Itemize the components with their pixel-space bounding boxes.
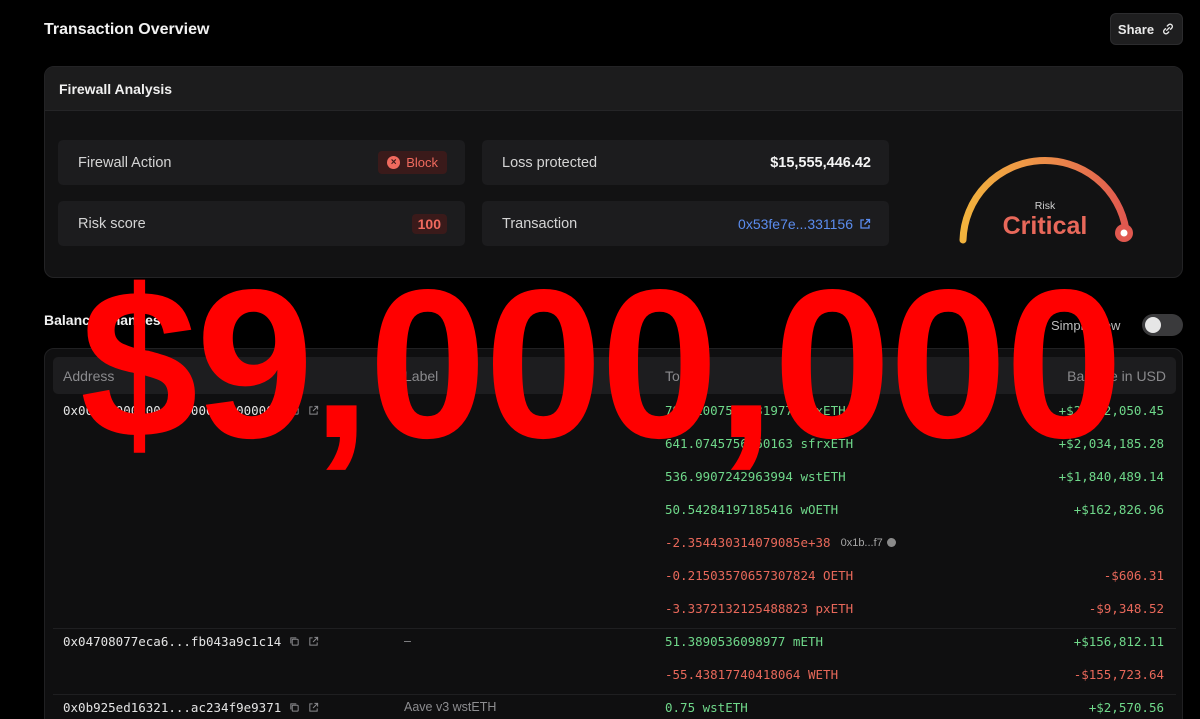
token-amount: 0.75 wstETH xyxy=(665,700,748,715)
transaction-label: Transaction xyxy=(502,215,578,232)
address-cell: 0x0b925ed16321...ac234f9e9371 xyxy=(63,700,319,715)
balance-usd: +$162,826.96 xyxy=(1073,502,1164,517)
row-separator xyxy=(53,628,1176,629)
loss-protected-value: $15,555,446.42 xyxy=(770,154,871,171)
page-title: Transaction Overview xyxy=(44,21,210,38)
transaction-row: Transaction 0x53fe7e...331156 xyxy=(482,201,889,246)
gauge-caption: Risk xyxy=(1034,200,1056,212)
token-amount-text: -3.3372132125488823 pxETH xyxy=(665,601,854,616)
balance-usd: -$155,723.64 xyxy=(1073,667,1164,682)
risk-score-label: Risk score xyxy=(78,215,146,232)
x-circle-icon: × xyxy=(387,156,401,169)
firewall-action-row: Firewall Action × Block xyxy=(58,140,465,185)
firewall-action-label: Firewall Action xyxy=(78,154,172,171)
token-amount-text: -55.43817740418064 WETH xyxy=(665,667,839,682)
token-amount-text: 51.3890536098977 mETH xyxy=(665,634,824,649)
firewall-analysis-title: Firewall Analysis xyxy=(45,67,1182,111)
external-link-icon[interactable] xyxy=(308,636,319,647)
token-amount-text: 50.54284197185416 wOETH xyxy=(665,502,839,517)
external-link-icon xyxy=(860,218,871,229)
gauge-value: Critical xyxy=(1002,212,1088,240)
balance-usd: +$156,812.11 xyxy=(1073,634,1164,649)
share-button[interactable]: Share xyxy=(1110,13,1183,45)
token-amount: -55.43817740418064 WETH xyxy=(665,667,838,682)
token-amount-text: -0.21503570657307824 OETH xyxy=(665,568,854,583)
address-text: 0x0b925ed16321...ac234f9e9371 xyxy=(63,700,282,715)
balance-usd: -$9,348.52 xyxy=(1088,601,1164,616)
balance-usd: +$2,570.56 xyxy=(1088,700,1164,715)
token-amount: 50.54284197185416 wOETH xyxy=(665,502,838,517)
transaction-hash-text: 0x53fe7e...331156 xyxy=(738,215,853,232)
token-amount: -0.21503570657307824 OETH xyxy=(665,568,853,583)
label-cell: Aave v3 wstETH xyxy=(404,700,497,714)
token-contract-text: 0x1b...f7 xyxy=(840,536,883,549)
token-amount: 51.3890536098977 mETH xyxy=(665,634,823,649)
simple-view-toggle[interactable] xyxy=(1142,314,1183,336)
external-link-icon[interactable] xyxy=(308,702,319,713)
transaction-hash-link[interactable]: 0x53fe7e...331156 xyxy=(738,216,871,232)
link-icon xyxy=(1163,23,1174,35)
token-amount-text: 0.75 wstETH xyxy=(665,700,748,715)
block-badge-text: Block xyxy=(406,155,438,170)
token-amount: -2.354430314079085e+38 0x1b...f7 xyxy=(665,535,896,550)
risk-score-row: Risk score 100 xyxy=(58,201,465,246)
address-cell: 0x04708077eca6...fb043a9c1c14 xyxy=(63,634,319,649)
label-cell: – xyxy=(404,634,411,648)
overlay-amount: $9,000,000 xyxy=(80,245,1123,482)
info-icon[interactable] xyxy=(886,538,896,547)
toggle-knob xyxy=(1145,317,1161,333)
token-contract-tag: 0x1b...f7 xyxy=(841,537,896,549)
row-separator xyxy=(53,694,1176,695)
token-amount-text: -2.354430314079085e+38 xyxy=(665,535,831,550)
address-text: 0x04708077eca6...fb043a9c1c14 xyxy=(63,634,282,649)
balance-usd: -$606.31 xyxy=(1103,568,1164,583)
loss-protected-row: Loss protected $15,555,446.42 xyxy=(482,140,889,185)
copy-icon[interactable] xyxy=(289,636,300,647)
token-amount: -3.3372132125488823 pxETH xyxy=(665,601,853,616)
block-badge: × Block xyxy=(378,151,447,174)
copy-icon[interactable] xyxy=(289,702,300,713)
share-label: Share xyxy=(1117,21,1155,37)
loss-protected-label: Loss protected xyxy=(502,154,598,171)
risk-score-badge: 100 xyxy=(411,213,447,234)
